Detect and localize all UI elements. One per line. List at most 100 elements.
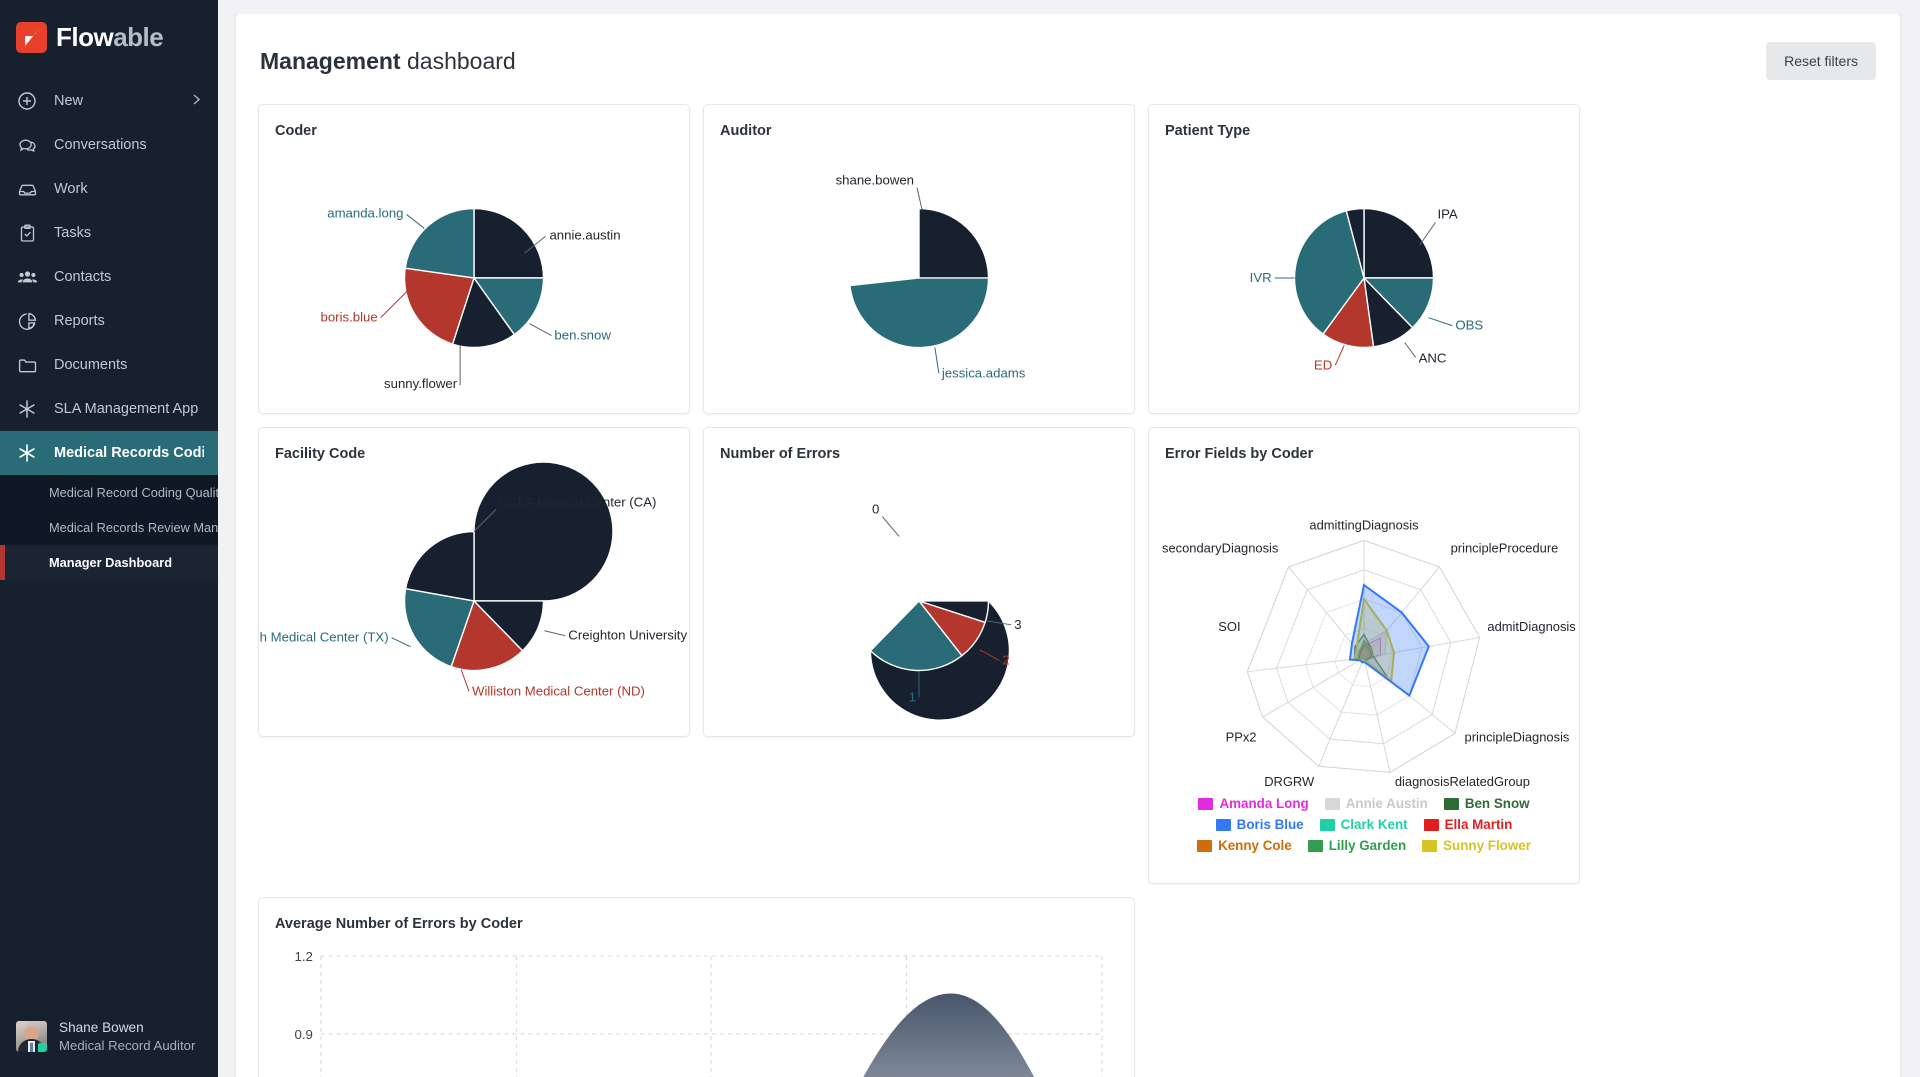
page-title-bold: Management	[260, 47, 401, 74]
card-error-fields-by-coder: Error Fields by Coder admittingDiagnosis…	[1148, 427, 1580, 884]
sidebar-item-sla-management-app[interactable]: SLA Management App	[0, 387, 218, 431]
pie-label: sunny.flower	[384, 376, 458, 391]
pie-label: shane.bowen	[836, 173, 914, 188]
pie-label: ANC	[1419, 350, 1447, 365]
pie-label: jessica.adams	[941, 365, 1026, 380]
brand-name-dim: able	[113, 22, 164, 52]
legend-item[interactable]: Sunny Flower	[1422, 838, 1531, 853]
asterisk-icon	[16, 398, 38, 420]
chart-patient-type[interactable]: IPA OBS ANC ED IVR	[1149, 139, 1579, 413]
legend-label: Amanda Long	[1219, 796, 1309, 811]
legend-label: Ella Martin	[1444, 817, 1513, 832]
sidebar-item-tasks[interactable]: Tasks	[0, 211, 218, 255]
pie-label: UCLA Medical Center (CA)	[499, 495, 657, 510]
legend-swatch	[1324, 797, 1340, 810]
chart-number-of-errors[interactable]: 0 3 2 1	[704, 462, 1134, 736]
card-patient-type: Patient Type IPA OBS ANC ED IVR	[1148, 104, 1580, 414]
sidebar-item-label: Work	[54, 181, 88, 197]
pie-label: amanda.long	[327, 205, 403, 220]
sidebar-item-work[interactable]: Work	[0, 167, 218, 211]
page-title-rest: dashboard	[400, 47, 516, 74]
legend-item[interactable]: Kenny Cole	[1197, 838, 1292, 853]
sidebar-item-documents[interactable]: Documents	[0, 343, 218, 387]
legend-swatch	[1215, 818, 1231, 831]
sidebar-item-label: SLA Management App	[54, 401, 199, 417]
main-content: Management dashboard Reset filters Coder	[218, 0, 1920, 1077]
radar-axis-label: principleProcedure	[1451, 540, 1559, 555]
chart-auditor[interactable]: shane.bowen jessica.adams	[704, 139, 1134, 413]
pie-label: annie.austin	[549, 227, 620, 242]
chart-average-errors-area[interactable]: 1.2 0.9	[259, 932, 1134, 1077]
sidebar-subitem-manager-dashboard[interactable]: Manager Dashboard	[0, 545, 218, 580]
sidebar-subitem-medical-record-coding-quality[interactable]: Medical Record Coding Quality	[0, 475, 218, 510]
inbox-icon	[16, 178, 38, 200]
user-profile[interactable]: Shane Bowen Medical Record Auditor	[0, 1019, 218, 1077]
radar-axis-label: DRGRW	[1264, 774, 1315, 789]
sidebar-subitem-medical-records-review-management[interactable]: Medical Records Review Mana	[0, 510, 218, 545]
sidebar-item-label: Reports	[54, 313, 105, 329]
legend-swatch	[1423, 818, 1439, 831]
sidebar-item-conversations[interactable]: Conversations	[0, 123, 218, 167]
chart-facility-code[interactable]: UCLA Medical Center (CA) Creighton Unive…	[259, 462, 689, 736]
pie-label: 1	[909, 689, 916, 704]
sidebar-subitem-label: Manager Dashboard	[49, 555, 173, 570]
legend-item[interactable]: Amanda Long	[1198, 796, 1309, 811]
legend-label: Sunny Flower	[1443, 838, 1531, 853]
legend-item[interactable]: Clark Kent	[1319, 817, 1408, 832]
card-title: Auditor	[720, 123, 772, 139]
card-number-of-errors: Number of Errors 0 3 2 1	[703, 427, 1135, 737]
legend-label: Clark Kent	[1340, 817, 1408, 832]
card-title: Patient Type	[1165, 123, 1251, 139]
radar-axis-label: SOI	[1218, 619, 1240, 634]
plus-circle-icon	[16, 90, 38, 112]
pie-label: ED	[1314, 357, 1332, 372]
sidebar-item-reports[interactable]: Reports	[0, 299, 218, 343]
radar-axis-label: PPx2	[1226, 729, 1257, 744]
sidebar-item-contacts[interactable]: Contacts	[0, 255, 218, 299]
dashboard-page: Management dashboard Reset filters Coder	[236, 14, 1900, 1077]
legend-swatch	[1422, 839, 1438, 852]
legend-item[interactable]: Lilly Garden	[1307, 838, 1407, 853]
y-axis-tick: 1.2	[294, 949, 312, 964]
legend-label: Annie Austin	[1345, 796, 1428, 811]
brand-name: Flowable	[56, 22, 164, 53]
radar-axis-label: principleDiagnosis	[1465, 729, 1570, 744]
legend-label: Boris Blue	[1236, 817, 1304, 832]
legend-swatch	[1443, 797, 1459, 810]
pie-label: IPA	[1437, 206, 1457, 221]
pie-label: 3	[1014, 617, 1021, 632]
legend-item[interactable]: Ben Snow	[1443, 796, 1530, 811]
legend-item[interactable]: Boris Blue	[1215, 817, 1304, 832]
card-title: Average Number of Errors by Coder	[275, 916, 523, 932]
sidebar-subitem-label: Medical Records Review Mana	[49, 520, 218, 535]
card-title: Error Fields by Coder	[1165, 446, 1314, 462]
app-root: Flowable New Conversations Work Tasks Co…	[0, 0, 1920, 1077]
legend-item[interactable]: Annie Austin	[1324, 796, 1428, 811]
folder-icon	[16, 354, 38, 376]
user-role: Medical Record Auditor	[59, 1038, 196, 1054]
asterisk-icon	[16, 442, 38, 464]
legend-item[interactable]: Ella Martin	[1423, 817, 1513, 832]
legend-swatch	[1319, 818, 1335, 831]
sidebar-item-medical-records-coding[interactable]: Medical Records Coding	[0, 431, 218, 475]
people-icon	[16, 266, 38, 288]
radar-axis-label: admitDiagnosis	[1487, 619, 1575, 634]
legend-swatch	[1198, 797, 1214, 810]
sidebar-item-label: Tasks	[54, 225, 92, 241]
chart-error-fields-radar[interactable]: admittingDiagnosis principleProcedure ad…	[1149, 462, 1579, 792]
card-facility-code: Facility Code UCLA Medical Center (CA) C…	[258, 427, 690, 737]
chevron-right-icon[interactable]	[189, 92, 204, 111]
card-coder: Coder annie.austin ben.snow sunny.flower…	[258, 104, 690, 414]
pie-label: ben.snow	[554, 328, 611, 343]
sidebar-item-new[interactable]: New	[0, 79, 218, 123]
brand-logo[interactable]: Flowable	[0, 0, 218, 79]
clipboard-check-icon	[16, 222, 38, 244]
reset-filters-button[interactable]: Reset filters	[1766, 42, 1876, 80]
legend-label: Lilly Garden	[1328, 838, 1407, 853]
sidebar-subitem-label: Medical Record Coding Quality	[49, 485, 218, 500]
chart-coder[interactable]: annie.austin ben.snow sunny.flower boris…	[259, 139, 689, 413]
sidebar-item-label: Medical Records Coding	[54, 445, 204, 461]
card-title: Coder	[275, 123, 317, 139]
sidebar-item-label: Contacts	[54, 269, 112, 285]
sidebar-item-label: Documents	[54, 357, 128, 373]
